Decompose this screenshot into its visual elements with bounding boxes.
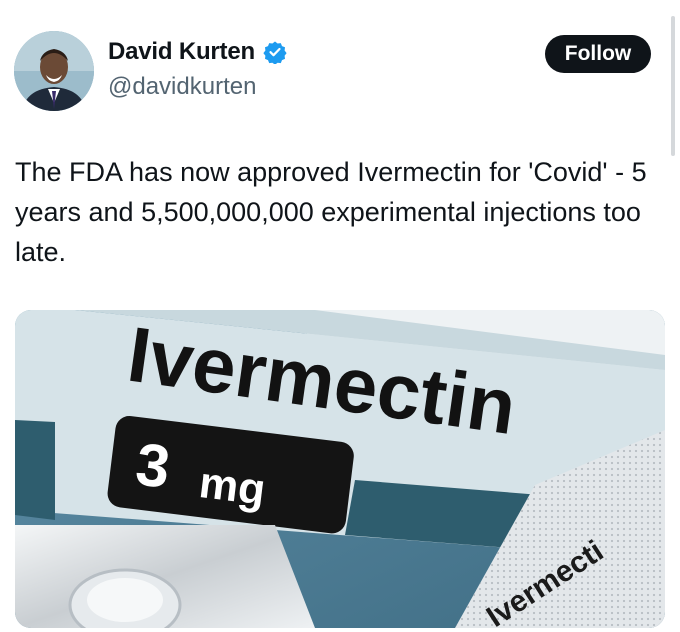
- author-avatar[interactable]: [14, 31, 94, 111]
- ivermectin-box-photo: Ivermectin 3 mg Ivermecti: [15, 310, 665, 628]
- verified-badge-icon: [263, 40, 287, 65]
- author-display-name[interactable]: David Kurten: [108, 38, 255, 66]
- avatar-image: [14, 31, 94, 111]
- scrollbar-thumb[interactable]: [671, 16, 675, 156]
- tweet-text: The FDA has now approved Ivermectin for …: [15, 157, 647, 267]
- tweet-media-image[interactable]: Ivermectin 3 mg Ivermecti: [15, 310, 665, 628]
- follow-button[interactable]: Follow: [545, 35, 651, 73]
- dose-unit-text: mg: [197, 458, 268, 515]
- author-name-row: David Kurten: [108, 38, 287, 66]
- author-handle[interactable]: @davidkurten: [108, 73, 256, 101]
